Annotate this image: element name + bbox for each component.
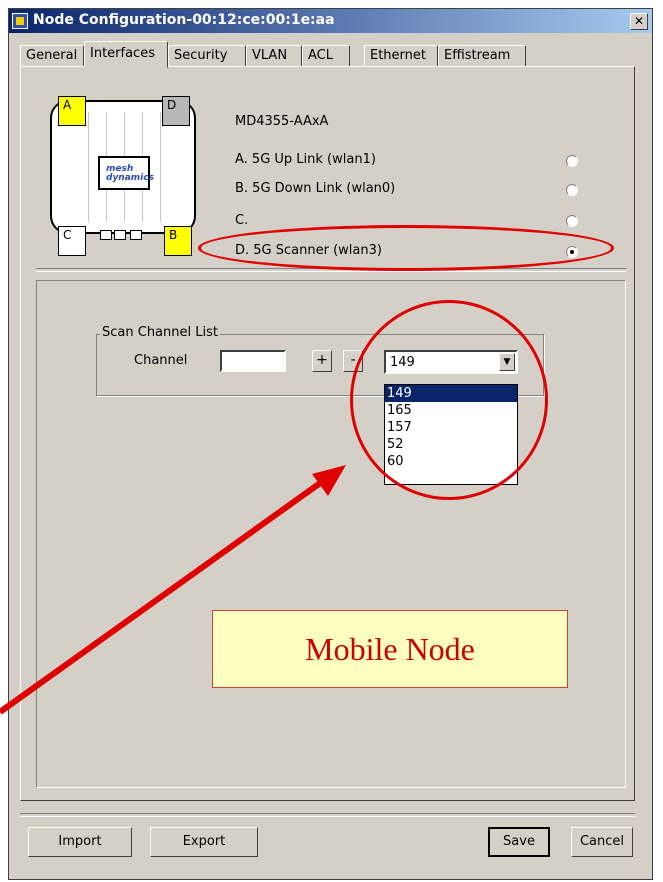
- bottom-separator: [20, 813, 635, 817]
- device-diagram: A D C B mesh dynamics: [40, 84, 206, 260]
- tab-vlan[interactable]: VLAN: [246, 45, 302, 67]
- channel-option[interactable]: 52: [385, 436, 517, 453]
- device-model: MD4355-AAxA: [235, 114, 329, 129]
- close-button[interactable]: ✕: [630, 13, 648, 30]
- channel-input[interactable]: [220, 350, 286, 372]
- interface-radio-a[interactable]: [566, 155, 578, 167]
- logo-text: mesh dynamics: [106, 164, 154, 183]
- device-foot: [114, 230, 126, 240]
- device-foot: [130, 230, 142, 240]
- scan-channel-group-label: Scan Channel List: [100, 325, 220, 340]
- cancel-button[interactable]: Cancel: [571, 827, 633, 857]
- channel-option[interactable]: 149: [385, 385, 517, 402]
- channel-option[interactable]: 157: [385, 419, 517, 436]
- port-d: D: [162, 96, 190, 126]
- device-rib: [160, 112, 161, 222]
- app-icon: [12, 13, 28, 29]
- tab-acl[interactable]: ACL: [302, 45, 350, 67]
- interface-label-c: C.: [235, 213, 249, 228]
- interface-radio-d[interactable]: [566, 246, 578, 258]
- channel-select[interactable]: 149 ▼: [384, 350, 518, 374]
- tab-ethernet[interactable]: Ethernet: [364, 45, 438, 67]
- separator: [36, 268, 626, 272]
- interface-label-b: B. 5G Down Link (wlan0): [235, 181, 396, 196]
- chevron-down-icon[interactable]: ▼: [499, 353, 515, 371]
- port-b: B: [164, 226, 192, 256]
- import-button[interactable]: Import: [28, 827, 132, 857]
- interface-radio-b[interactable]: [566, 184, 578, 196]
- channel-option[interactable]: 165: [385, 402, 517, 419]
- tab-interfaces[interactable]: Interfaces: [84, 41, 168, 68]
- channel-select-value: 149: [390, 355, 415, 370]
- remove-channel-button[interactable]: -: [343, 350, 363, 372]
- device-rib: [88, 112, 89, 222]
- port-c: C: [58, 226, 86, 256]
- device-foot: [100, 230, 112, 240]
- mobile-node-callout: Mobile Node: [212, 610, 568, 688]
- window-title: Node Configuration-00:12:ce:00:1e:aa: [33, 12, 335, 28]
- title-bar[interactable]: Node Configuration-00:12:ce:00:1e:aa ✕: [9, 9, 652, 33]
- interface-label-d: D. 5G Scanner (wlan3): [235, 243, 382, 258]
- tab-security[interactable]: Security: [168, 45, 246, 67]
- channel-option[interactable]: 60: [385, 453, 517, 470]
- save-button[interactable]: Save: [488, 827, 550, 857]
- tab-general[interactable]: General: [20, 45, 84, 67]
- channel-label: Channel: [134, 353, 188, 368]
- tab-effistream[interactable]: Effistream: [438, 45, 526, 67]
- export-button[interactable]: Export: [150, 827, 258, 857]
- device-logo: mesh dynamics: [98, 156, 154, 190]
- channel-dropdown-list: 149 165 157 52 60: [384, 384, 518, 485]
- interface-label-a: A. 5G Up Link (wlan1): [235, 152, 376, 167]
- add-channel-button[interactable]: +: [312, 350, 332, 372]
- interface-radio-c[interactable]: [566, 215, 578, 227]
- port-a: A: [58, 96, 86, 126]
